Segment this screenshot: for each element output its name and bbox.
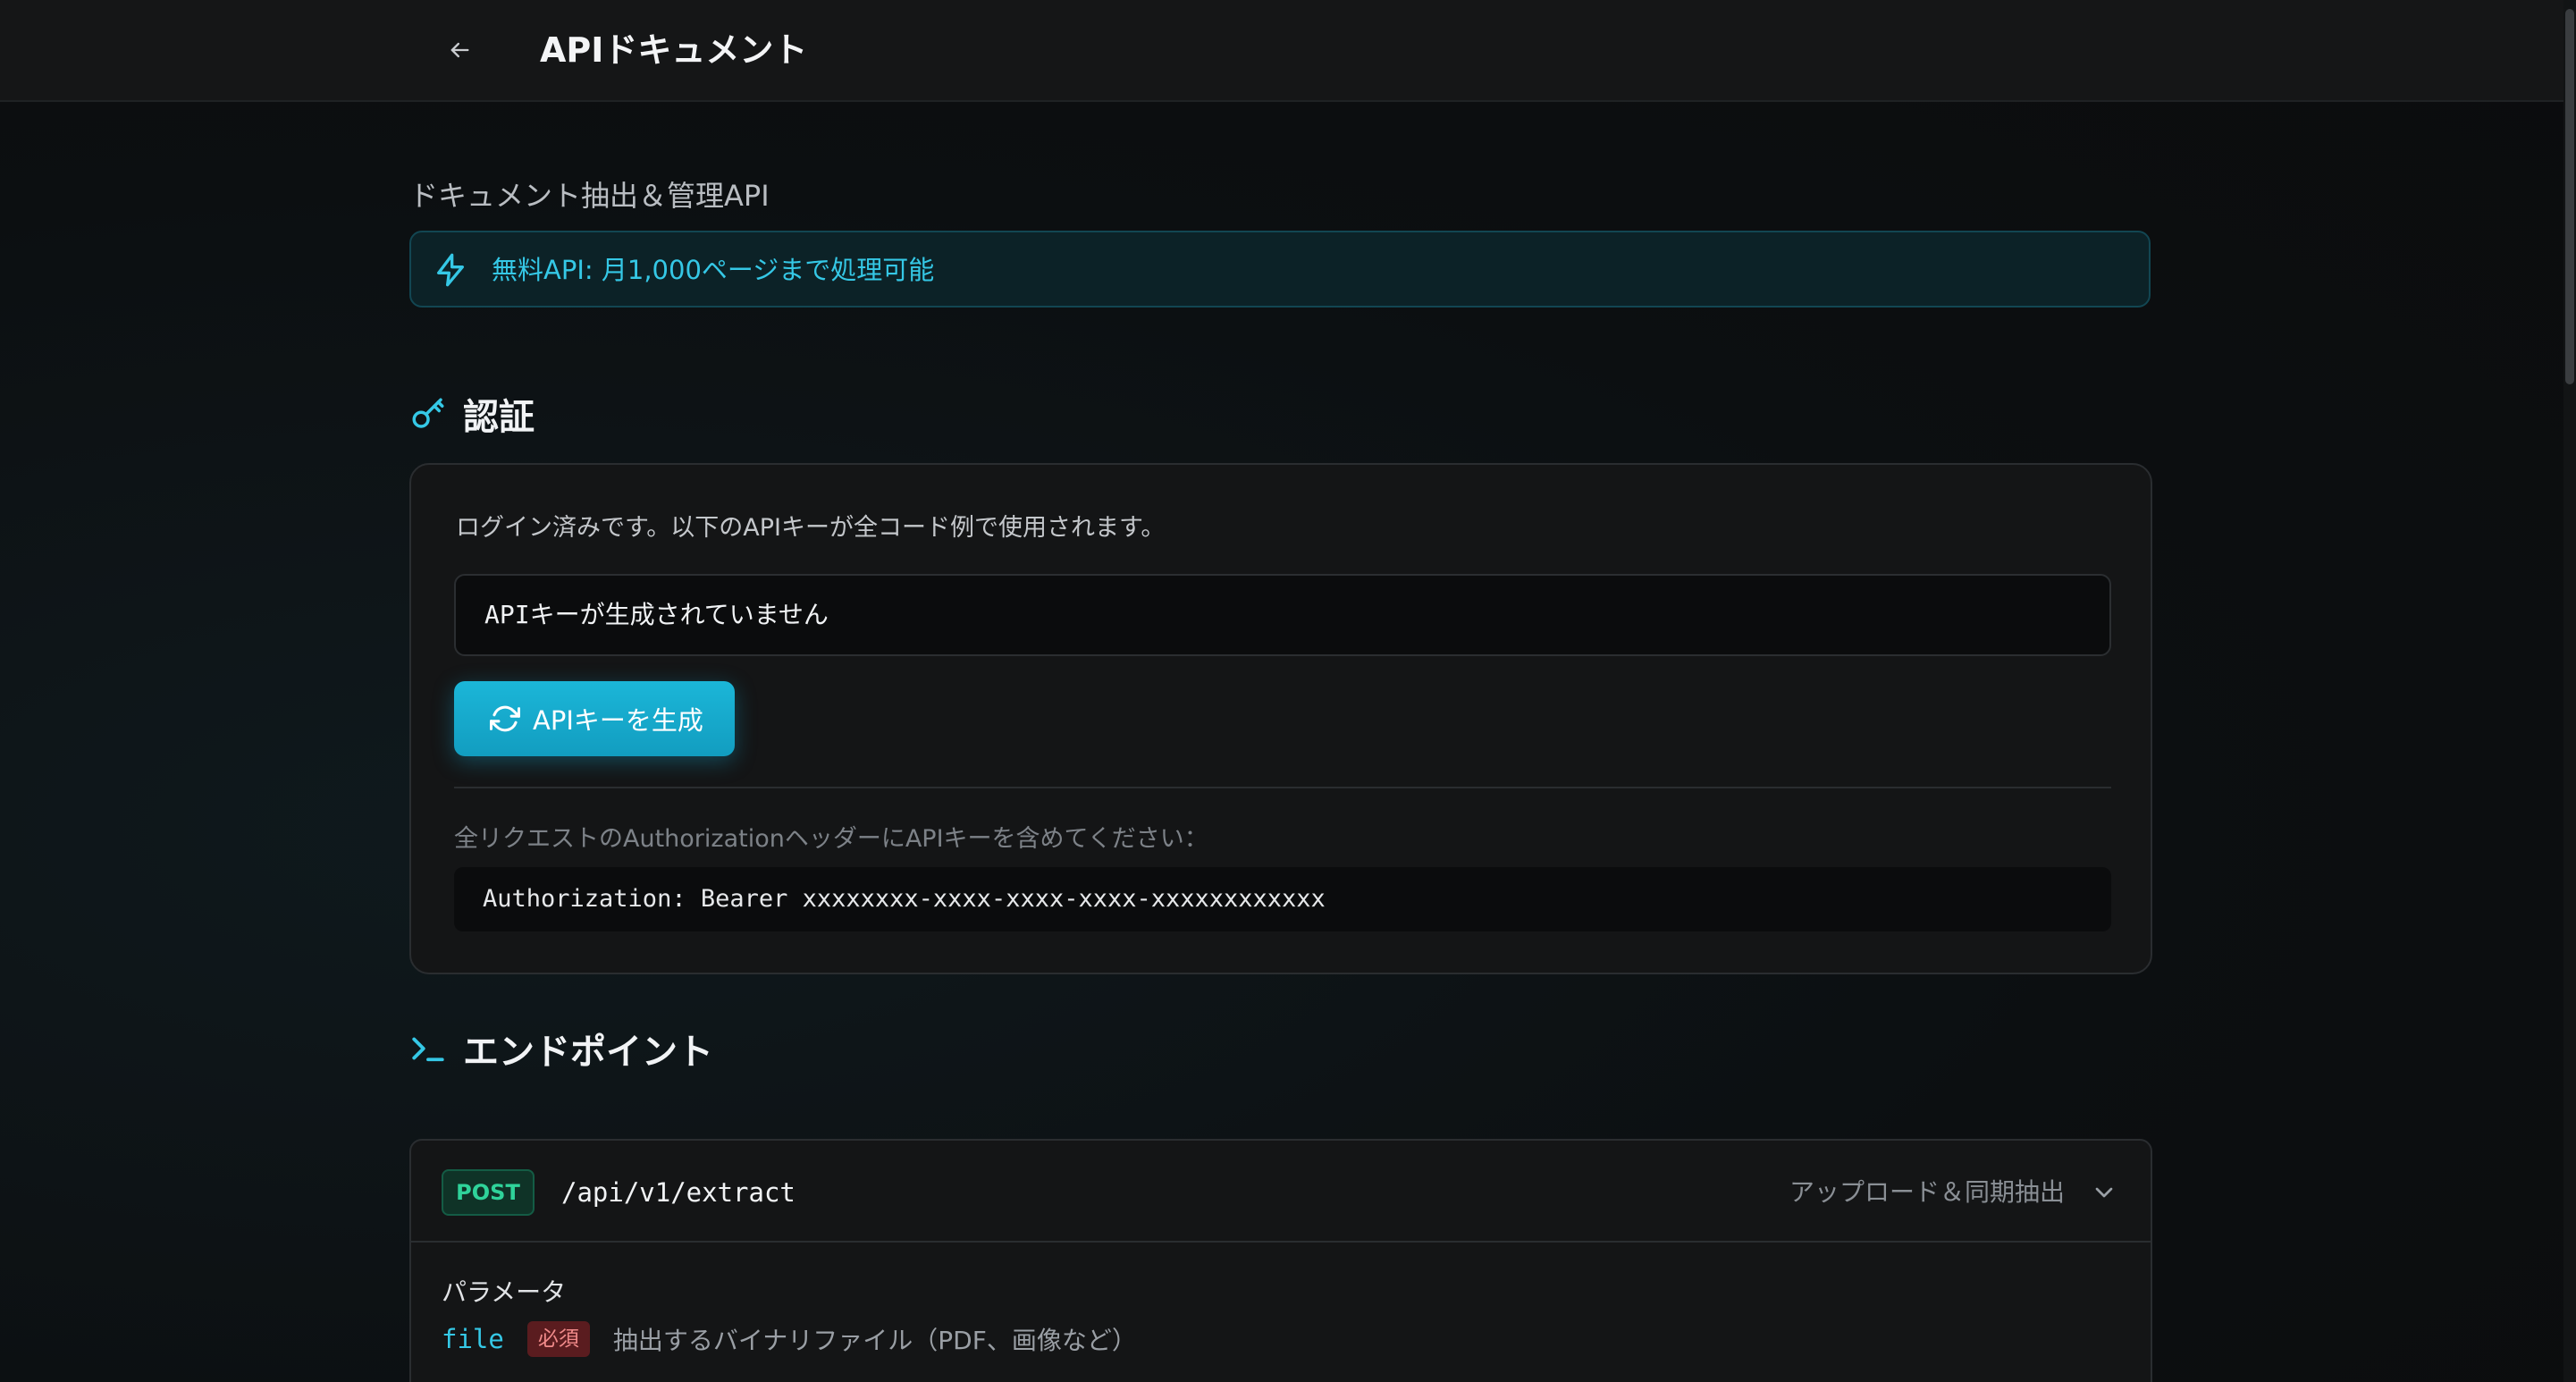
method-badge: POST bbox=[442, 1169, 535, 1216]
auth-description: ログイン済みです。以下のAPIキーが全コード例で使用されます。 bbox=[456, 514, 1166, 542]
auth-header-example[interactable]: Authorization: Bearer xxxxxxxx-xxxx-xxxx… bbox=[454, 867, 2111, 931]
top-bar: APIドキュメント bbox=[0, 0, 2576, 102]
auth-heading: 認証 bbox=[463, 397, 535, 438]
endpoint-header[interactable]: POST /api/v1/extract アップロード＆同期抽出 bbox=[411, 1141, 2151, 1243]
param-description: 抽出するバイナリファイル（PDF、画像など） bbox=[612, 1326, 1137, 1355]
terminal-icon bbox=[412, 1037, 444, 1062]
scrollbar[interactable] bbox=[2563, 0, 2576, 1382]
auth-header-note: 全リクエストのAuthorizationヘッダーにAPIキーを含めてください： bbox=[454, 825, 1208, 853]
generate-api-key-button[interactable]: APIキーを生成 bbox=[454, 681, 735, 756]
api-subtitle: ドキュメント抽出＆管理API bbox=[409, 179, 770, 213]
scrollbar-thumb[interactable] bbox=[2565, 9, 2574, 384]
endpoint-card: POST /api/v1/extract アップロード＆同期抽出 パラメータ f… bbox=[409, 1139, 2152, 1382]
back-button[interactable] bbox=[438, 29, 481, 72]
lightning-icon bbox=[437, 253, 464, 287]
refresh-icon bbox=[490, 705, 520, 732]
banner-text: 無料API: 月1,000ページまで処理可能 bbox=[492, 255, 935, 285]
param-name: file bbox=[442, 1324, 504, 1354]
endpoints-section-heading: エンドポイント bbox=[409, 1023, 713, 1074]
key-icon bbox=[412, 398, 444, 428]
page-title: APIドキュメント bbox=[540, 30, 808, 70]
param-row: file 必須 抽出するバイナリファイル（PDF、画像など） bbox=[442, 1321, 1137, 1357]
params-title: パラメータ bbox=[442, 1277, 567, 1307]
divider bbox=[454, 787, 2111, 788]
auth-section-heading: 認証 bbox=[409, 388, 535, 440]
generate-button-label: APIキーを生成 bbox=[533, 705, 703, 736]
free-tier-banner: 無料API: 月1,000ページまで処理可能 bbox=[409, 231, 2151, 308]
api-docs-page: APIドキュメント ドキュメント抽出＆管理API 無料API: 月1,000ペー… bbox=[0, 0, 2576, 1382]
arrow-left-icon bbox=[450, 42, 469, 58]
endpoints-heading: エンドポイント bbox=[463, 1032, 713, 1073]
auth-card: ログイン済みです。以下のAPIキーが全コード例で使用されます。 APIキーが生成… bbox=[409, 463, 2152, 974]
api-key-field[interactable]: APIキーが生成されていません bbox=[454, 574, 2111, 656]
endpoint-path: /api/v1/extract bbox=[561, 1177, 796, 1208]
chevron-down-icon[interactable] bbox=[2090, 1178, 2118, 1207]
required-badge: 必須 bbox=[526, 1321, 590, 1357]
endpoint-summary: アップロード＆同期抽出 bbox=[1789, 1177, 2065, 1207]
